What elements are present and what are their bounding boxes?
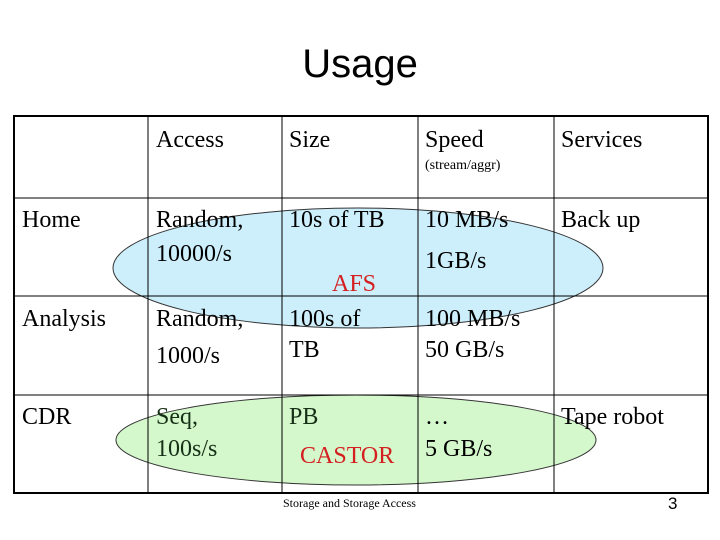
header-size: Size [289,127,331,153]
cell-text: PB [289,404,319,430]
afs-label: AFS [332,271,377,297]
castor-label: CASTOR [300,443,395,469]
cell-text: Back up [561,207,641,233]
cell-text: 100s/s [156,436,218,462]
header-services: Services [561,127,643,153]
page-number: 3 [668,494,678,513]
cell-text: 100s of [289,306,361,332]
cell-text: Seq, [156,404,198,430]
cell-text: 5 GB/s [425,436,493,462]
row-name-home: Home [22,207,81,233]
cell-text: 1GB/s [425,248,487,274]
slide-footer: Storage and Storage Access [283,496,416,510]
row-name-cdr: CDR [22,404,72,430]
cell-text: 10 MB/s [425,207,509,233]
header-speed-subtitle: (stream/aggr) [425,158,501,173]
cell-text: Random, [156,306,244,332]
header-access: Access [156,127,224,153]
cell-text: 10000/s [156,241,233,267]
cell-text: 100 MB/s [425,306,521,332]
header-speed: Speed [425,127,484,153]
cell-text: 1000/s [156,343,221,369]
cell-text: 50 GB/s [425,337,505,363]
cell-text: Tape robot [561,404,664,430]
cell-text: 10s of TB [289,207,385,233]
cell-text: Random, [156,207,244,233]
row-name-analysis: Analysis [22,306,106,332]
cell-text: TB [289,337,320,363]
cell-text: … [425,404,449,430]
